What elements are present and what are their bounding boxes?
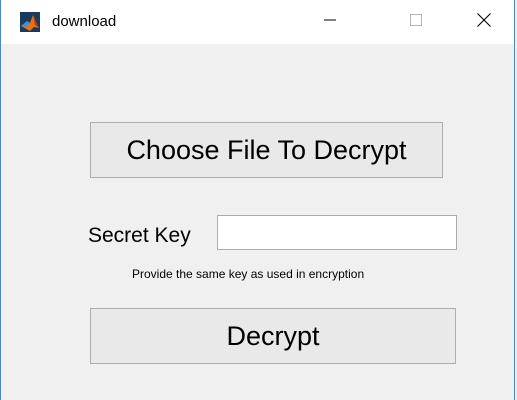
close-button[interactable] — [461, 0, 507, 44]
title-bar[interactable]: download — [1, 0, 514, 44]
app-window: download Choose File To Decrypt Secret K… — [0, 0, 515, 400]
window-title: download — [52, 13, 117, 30]
secret-key-input[interactable] — [217, 215, 457, 250]
maximize-button[interactable] — [393, 0, 439, 44]
content-area: Choose File To Decrypt Secret Key Provid… — [1, 44, 514, 400]
close-icon — [477, 12, 491, 32]
decrypt-button[interactable]: Decrypt — [90, 308, 456, 364]
secret-key-label: Secret Key — [88, 224, 191, 247]
matlab-icon — [20, 12, 40, 32]
key-hint-text: Provide the same key as used in encrypti… — [132, 267, 365, 281]
minimize-icon — [324, 13, 336, 31]
maximize-icon — [410, 13, 422, 31]
choose-file-button[interactable]: Choose File To Decrypt — [90, 122, 443, 178]
minimize-button[interactable] — [307, 0, 353, 44]
